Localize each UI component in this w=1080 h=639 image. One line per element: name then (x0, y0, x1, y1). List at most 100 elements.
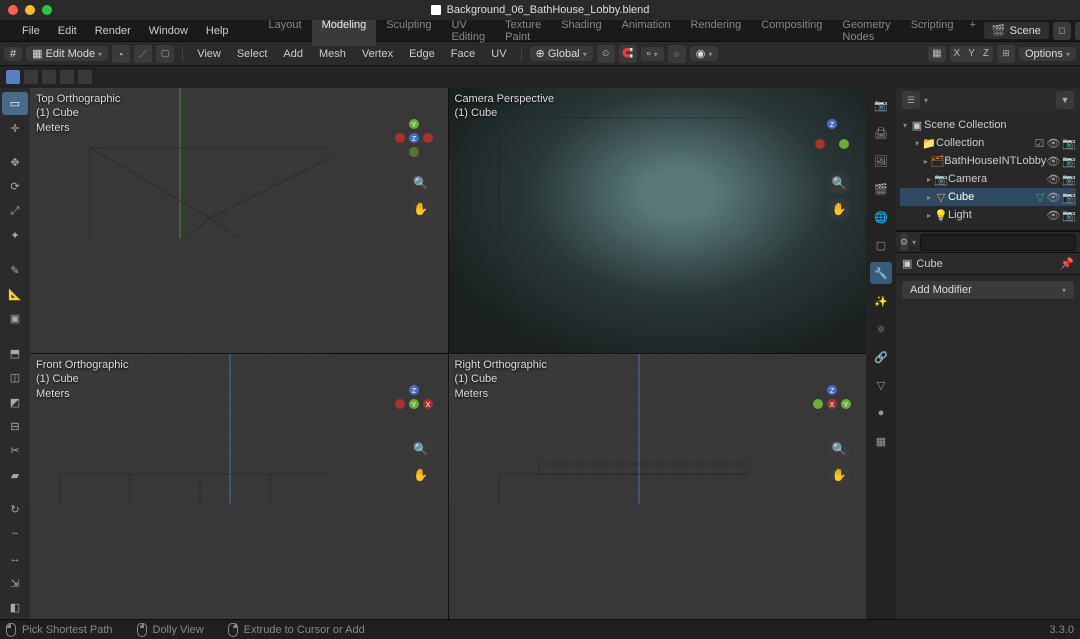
tab-scripting[interactable]: Scripting (901, 16, 964, 46)
scene-unpin-button[interactable]: ✕ (1075, 22, 1080, 40)
gizmo-axes-toggle[interactable]: X Y Z (950, 46, 993, 62)
select-mode-vertex[interactable]: ▪ (112, 45, 130, 63)
shading-tile-1[interactable] (6, 70, 20, 84)
viewport-right-ortho[interactable]: Right Orthographic (1) Cube Meters Z Y X… (449, 354, 867, 619)
tab-layout[interactable]: Layout (259, 16, 312, 46)
tab-sculpting[interactable]: Sculpting (376, 16, 441, 46)
window-minimize-icon[interactable] (25, 5, 35, 15)
pan-icon[interactable]: ✋ (410, 198, 432, 220)
scene-selector[interactable]: 🎬 Scene (984, 22, 1049, 39)
nav-gizmo[interactable]: Z Y X (812, 384, 852, 424)
tab-shading[interactable]: Shading (551, 16, 611, 46)
prop-tab-particles[interactable]: ✨ (870, 290, 892, 312)
tool-loop-cut[interactable]: ⊟ (2, 415, 28, 438)
menu-view[interactable]: View (191, 46, 227, 62)
outliner-item-3[interactable]: ▸💡 Light 👁📷 (900, 206, 1076, 224)
tool-transform[interactable]: ✦ (2, 224, 28, 247)
zoom-icon[interactable]: 🔍 (410, 172, 432, 194)
proportional-edit-toggle[interactable]: ○ (668, 45, 686, 63)
zoom-icon[interactable]: 🔍 (410, 438, 432, 460)
display-mode-selector[interactable]: ▾ (924, 96, 928, 105)
tool-smooth[interactable]: ~ (2, 523, 28, 546)
mode-selector[interactable]: ▦ Edit Mode ▾ (26, 46, 108, 61)
prop-tab-world[interactable]: 🌐 (870, 206, 892, 228)
prop-tab-modifiers[interactable]: 🔧 (870, 262, 892, 284)
pan-icon[interactable]: ✋ (410, 464, 432, 486)
menu-face[interactable]: Face (445, 46, 481, 62)
tool-slide[interactable]: ↔ (2, 547, 28, 570)
select-mode-edge[interactable]: ／ (134, 45, 152, 63)
prop-tab-material[interactable]: ● (870, 402, 892, 424)
prop-tab-render[interactable]: 📷 (870, 94, 892, 116)
tool-shrink[interactable]: ⇲ (2, 571, 28, 594)
menu-window[interactable]: Window (141, 23, 196, 39)
tab-animation[interactable]: Animation (612, 16, 681, 46)
viewport-front-ortho[interactable]: Front Orthographic (1) Cube Meters Z X Y… (30, 354, 448, 619)
scene-new-button[interactable]: ◻ (1053, 22, 1071, 40)
search-input[interactable] (920, 234, 1076, 251)
outliner-item-1[interactable]: ▸📷 Camera 👁📷 (900, 170, 1076, 188)
tab-geometry-nodes[interactable]: Geometry Nodes (832, 16, 900, 46)
outliner-editor-type-button[interactable]: ☰ (902, 91, 920, 109)
tool-scale[interactable]: ⤢ (2, 200, 28, 223)
prop-tab-view-layer[interactable]: 🖼 (870, 150, 892, 172)
nav-gizmo[interactable]: Z X Y (394, 384, 434, 424)
pin-icon[interactable]: 📌 (1060, 257, 1074, 270)
prop-tab-scene[interactable]: 🎬 (870, 178, 892, 200)
tool-bevel[interactable]: ◩ (2, 390, 28, 413)
outliner-root[interactable]: ▾▣ Scene Collection (900, 116, 1076, 134)
window-close-icon[interactable] (8, 5, 18, 15)
tool-rip[interactable]: ◧ (2, 596, 28, 619)
tool-poly-build[interactable]: ▰ (2, 464, 28, 487)
tab-texture-paint[interactable]: Texture Paint (495, 16, 551, 46)
tool-move[interactable]: ✥ (2, 151, 28, 174)
nav-gizmo[interactable]: Z (812, 118, 852, 158)
add-modifier-button[interactable]: Add Modifier ▾ (902, 281, 1074, 299)
viewport-visibility-button[interactable]: ⊞ (997, 45, 1015, 63)
menu-mesh[interactable]: Mesh (313, 46, 352, 62)
pan-icon[interactable]: ✋ (828, 464, 850, 486)
menu-help[interactable]: Help (198, 23, 237, 39)
tool-add-cube[interactable]: ▣ (2, 307, 28, 330)
tool-knife[interactable]: ✂ (2, 439, 28, 462)
proportional-falloff[interactable]: ◉ ▾ (690, 46, 719, 61)
menu-select[interactable]: Select (231, 46, 274, 62)
properties-editor-type-button[interactable]: ⚙ (900, 233, 908, 251)
tool-extrude[interactable]: ⬒ (2, 342, 28, 365)
filter-button[interactable]: ▼ (1056, 91, 1074, 109)
select-mode-face[interactable]: ▢ (156, 45, 174, 63)
mesh-edit-mode-toggles[interactable]: ▦ (928, 46, 945, 62)
prop-tab-data[interactable]: ▽ (870, 374, 892, 396)
tab-compositing[interactable]: Compositing (751, 16, 832, 46)
snap-target[interactable]: ▫ ▾ (641, 47, 664, 61)
window-maximize-icon[interactable] (42, 5, 52, 15)
tool-spin[interactable]: ↻ (2, 498, 28, 521)
outliner[interactable]: ▾▣ Scene Collection ▾📁 Collection ☑👁📷 ▸🗂… (896, 112, 1080, 231)
menu-edge[interactable]: Edge (403, 46, 441, 62)
shading-tile-3[interactable] (42, 70, 56, 84)
orientation-selector[interactable]: ⊕ Global ▾ (530, 46, 593, 61)
menu-file[interactable]: File (14, 23, 48, 39)
options-menu[interactable]: Options ▾ (1019, 47, 1076, 61)
viewport-camera-persp[interactable]: Camera Perspective (1) Cube Z 🔍 ✋ (449, 88, 867, 353)
datablock-row[interactable]: ▣ Cube 📌 (896, 253, 1080, 275)
prop-tab-physics[interactable]: ⚛ (870, 318, 892, 340)
shading-tile-4[interactable] (60, 70, 74, 84)
tab-modeling[interactable]: Modeling (312, 16, 377, 46)
tool-cursor[interactable]: ✛ (2, 116, 28, 139)
tab-uv-editing[interactable]: UV Editing (441, 16, 495, 46)
prop-tab-output[interactable]: 🖨 (870, 122, 892, 144)
zoom-icon[interactable]: 🔍 (828, 438, 850, 460)
tool-measure[interactable]: 📐 (2, 283, 28, 306)
tab-rendering[interactable]: Rendering (680, 16, 751, 46)
snap-toggle[interactable]: 🧲 (619, 45, 637, 63)
tool-annotate[interactable]: ✎ (2, 258, 28, 281)
menu-uv[interactable]: UV (485, 46, 512, 62)
menu-render[interactable]: Render (87, 23, 139, 39)
menu-vertex[interactable]: Vertex (356, 46, 399, 62)
editor-type-button[interactable]: # (4, 47, 22, 61)
outliner-collection[interactable]: ▾📁 Collection ☑👁📷 (900, 134, 1076, 152)
nav-gizmo[interactable]: Y Z (394, 118, 434, 158)
tool-rotate[interactable]: ⟳ (2, 175, 28, 198)
viewport-top-ortho[interactable]: Top Orthographic (1) Cube Meters Y Z 🔍 ✋ (30, 88, 448, 353)
